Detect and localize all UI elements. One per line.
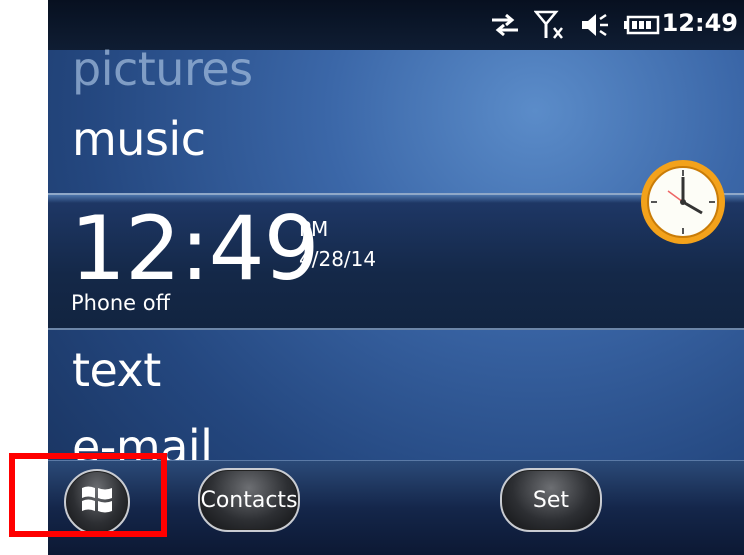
no-signal-icon[interactable] — [534, 10, 566, 40]
data-sync-icon[interactable] — [490, 10, 520, 40]
menu-item-text[interactable]: text — [72, 343, 161, 397]
home-time: 12:49 — [70, 197, 320, 300]
menu-item-music[interactable]: music — [72, 112, 206, 166]
set-softkey[interactable]: Set — [500, 468, 602, 532]
menu-item-pictures[interactable]: pictures — [72, 42, 253, 96]
phone-status: Phone off — [71, 291, 171, 315]
battery-icon[interactable] — [624, 10, 660, 40]
contacts-softkey[interactable]: Contacts — [198, 468, 300, 532]
start-button-highlight — [9, 453, 167, 537]
speaker-muted-icon[interactable] — [580, 10, 612, 40]
clock-icon — [638, 157, 728, 247]
home-clock-panel[interactable]: 12:49 PM 4/28/14 Phone off — [48, 160, 744, 330]
am-pm-label: PM — [299, 217, 329, 241]
date-label: 4/28/14 — [299, 247, 377, 271]
status-clock[interactable]: 12:49 — [662, 9, 738, 37]
